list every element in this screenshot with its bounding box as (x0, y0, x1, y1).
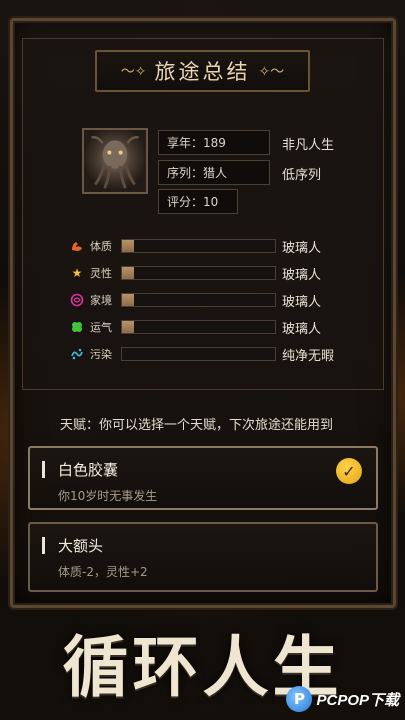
stat-value: 玻璃人 (282, 321, 322, 337)
talent-option-card[interactable]: 大额头 体质-2，灵性+2 (28, 522, 378, 592)
checkmark-icon: ✓ (336, 458, 362, 484)
stat-bar-fill (122, 240, 135, 252)
stat-bar (121, 293, 276, 307)
stat-bar-fill (122, 294, 135, 306)
age-field: 享年：189 (158, 130, 270, 155)
title-ornament-right: ✧〜 (258, 64, 285, 80)
stat-row-family: 家境 玻璃人 (70, 291, 321, 310)
stat-value: 玻璃人 (282, 240, 322, 256)
title-plaque: 〜✧ 旅途总结 ✧〜 (95, 50, 310, 92)
title-ornament-left: 〜✧ (120, 64, 147, 80)
talent-title: 大额头 (58, 537, 104, 555)
stat-label: 污染 (90, 348, 112, 361)
stat-bar (121, 239, 276, 253)
stat-label: 运气 (90, 321, 112, 334)
sequence-result: 低序列 (282, 168, 322, 183)
stat-row-constitution: 体质 玻璃人 (70, 237, 321, 256)
stat-bar-fill (122, 321, 135, 333)
stat-label: 体质 (90, 240, 112, 253)
watermark-logo-icon: P (286, 686, 313, 712)
page-title: 旅途总结 (154, 60, 251, 84)
stat-value: 玻璃人 (282, 267, 322, 283)
talent-title: 白色胶囊 (58, 461, 119, 479)
card-accent-bar (42, 461, 45, 478)
stat-bar (121, 320, 276, 334)
muscle-icon (70, 239, 84, 253)
stat-value: 玻璃人 (282, 294, 322, 310)
stat-bar (121, 347, 276, 361)
star-icon: ★ (71, 266, 83, 280)
watermark: P PCPOP下载 (286, 686, 399, 712)
card-accent-bar (42, 537, 45, 554)
stat-bar-fill (122, 267, 135, 279)
stat-row-luck: 运气 玻璃人 (70, 318, 321, 337)
pollution-icon (70, 347, 84, 361)
stat-label: 灵性 (90, 267, 112, 280)
talent-option-card[interactable]: 白色胶囊 你10岁时无事发生 ✓ (28, 446, 378, 510)
score-field: 评分：10 (158, 189, 238, 214)
talent-hint: 天赋：你可以选择一个天赋，下次旅途还能用到 (60, 418, 334, 433)
sequence-field: 序列：猎人 (158, 160, 270, 185)
talent-description: 体质-2，灵性+2 (58, 565, 148, 579)
stat-row-pollution: 污染 纯净无暇 (70, 345, 334, 364)
stat-row-spirit: ★ 灵性 玻璃人 (70, 264, 321, 283)
stat-value: 纯净无暇 (282, 348, 335, 364)
stat-bar (121, 266, 276, 280)
coin-icon (70, 293, 84, 307)
watermark-text: PCPOP下载 (316, 691, 399, 709)
character-avatar (82, 128, 148, 194)
age-result: 非凡人生 (282, 138, 335, 153)
clover-icon (70, 320, 84, 334)
stat-label: 家境 (90, 294, 112, 307)
tentacle-creature-icon (91, 135, 139, 189)
talent-description: 你10岁时无事发生 (58, 489, 158, 503)
